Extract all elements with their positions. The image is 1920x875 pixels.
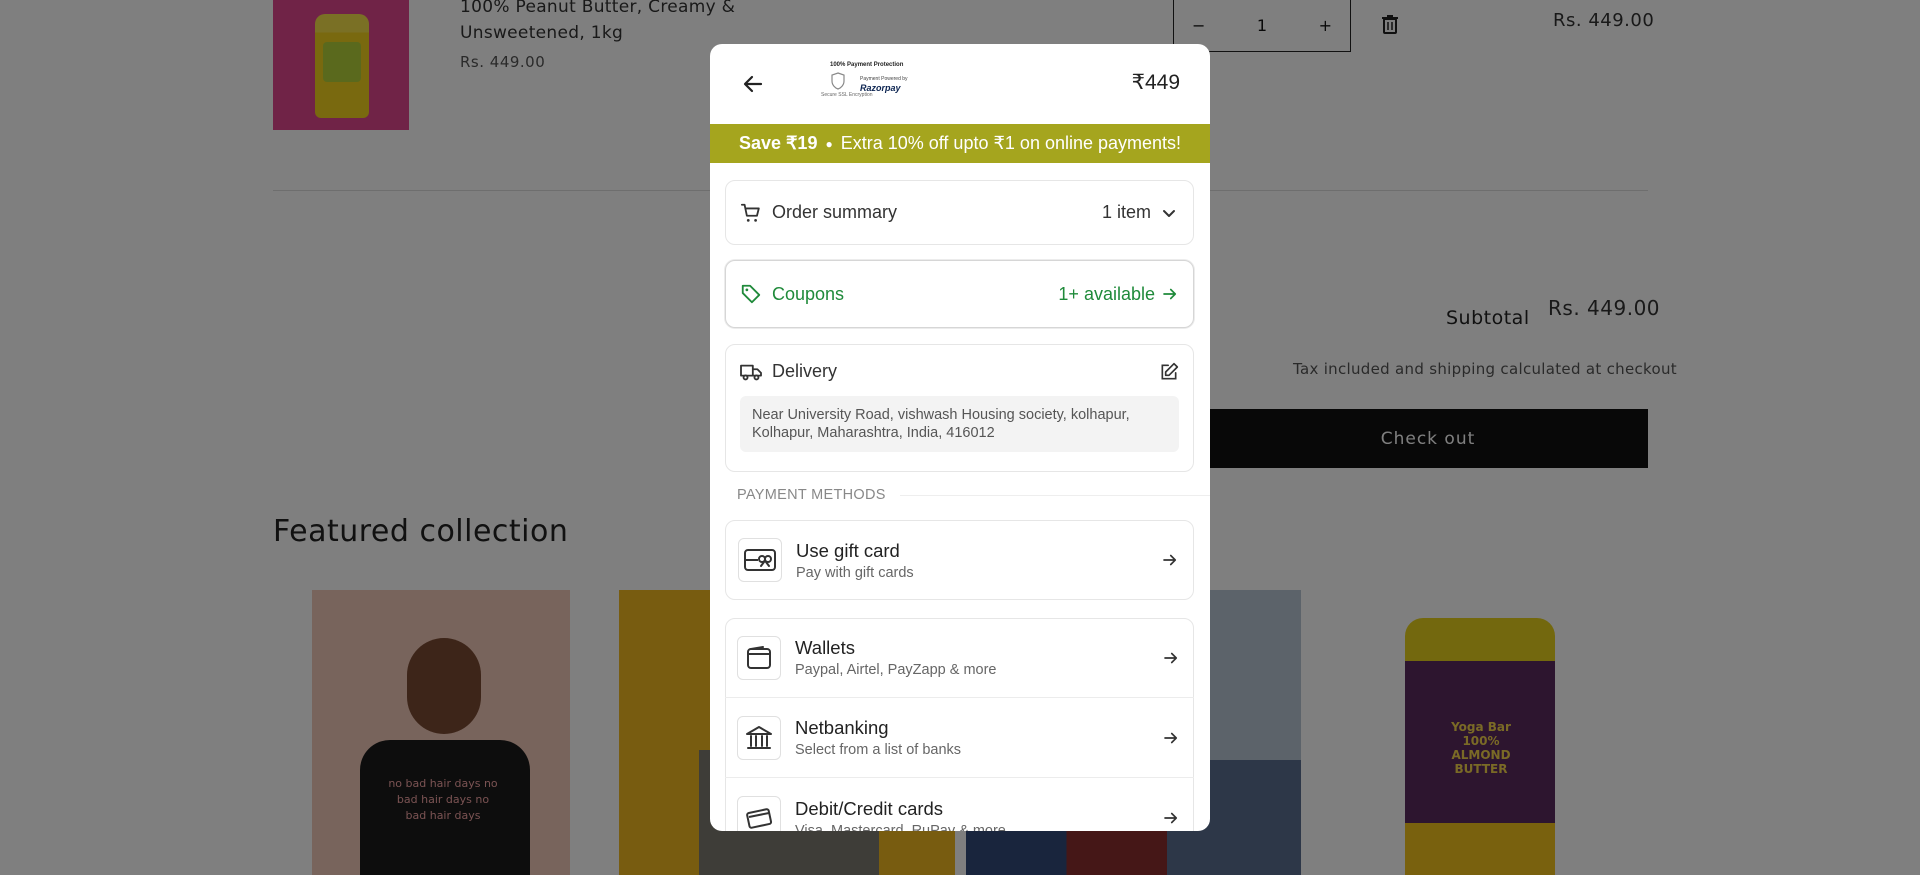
modal-header: 100% Payment Protection Secure SSL Encry… bbox=[710, 44, 1210, 124]
payment-method-netbanking[interactable]: Netbanking Select from a list of banks bbox=[725, 698, 1194, 778]
promo-text: Extra 10% off upto ₹1 on online payments… bbox=[840, 133, 1182, 153]
method-title: Wallets bbox=[795, 637, 855, 658]
gift-card-icon bbox=[738, 538, 782, 582]
wallet-icon bbox=[737, 635, 781, 680]
order-item-count: 1 item bbox=[1101, 202, 1151, 222]
order-amount: ₹449 bbox=[1131, 71, 1180, 94]
method-subtitle: Paypal, Airtel, PayZapp & more bbox=[795, 662, 997, 678]
shield-icon bbox=[831, 72, 845, 90]
card-icon bbox=[737, 796, 781, 831]
payment-method-gift-card[interactable]: Use gift card Pay with gift cards bbox=[725, 520, 1194, 600]
payment-methods-label: PAYMENT METHODS bbox=[737, 487, 886, 503]
tag-icon bbox=[741, 284, 761, 304]
payment-method-wallets[interactable]: Wallets Paypal, Airtel, PayZapp & more bbox=[725, 618, 1194, 698]
checkout-modal: 100% Payment Protection Secure SSL Encry… bbox=[710, 44, 1210, 831]
method-title: Netbanking bbox=[795, 717, 889, 738]
divider bbox=[900, 495, 1210, 496]
arrow-left-icon bbox=[743, 75, 763, 93]
promo-banner: Save ₹19 ● Extra 10% off upto ₹1 on onli… bbox=[710, 124, 1210, 163]
truck-icon bbox=[740, 364, 762, 380]
back-button[interactable] bbox=[740, 71, 766, 97]
method-subtitle: Select from a list of banks bbox=[795, 742, 962, 758]
coupons-available: 1+ available bbox=[1058, 283, 1155, 304]
razorpay-logo: Razorpay bbox=[860, 83, 901, 93]
chevron-down-icon bbox=[1163, 209, 1175, 217]
arrow-right-icon bbox=[1163, 554, 1177, 566]
coupons-row[interactable]: Coupons 1+ available bbox=[725, 260, 1194, 328]
delivery-address: Near University Road, vishwash Housing s… bbox=[740, 396, 1179, 452]
delivery-label: Delivery bbox=[772, 361, 838, 381]
arrow-right-icon bbox=[1164, 652, 1178, 663]
method-subtitle: Pay with gift cards bbox=[796, 564, 914, 581]
promo-save: Save ₹19 bbox=[738, 133, 818, 153]
badge-title: 100% Payment Protection bbox=[830, 62, 904, 68]
cart-icon bbox=[740, 203, 760, 222]
method-title: Debit/Credit cards bbox=[795, 797, 944, 819]
payment-method-cards[interactable]: Debit/Credit cards Visa, Mastercard, RuP… bbox=[725, 778, 1194, 831]
arrow-right-icon bbox=[1164, 732, 1178, 743]
arrow-right-icon bbox=[1163, 288, 1177, 300]
payment-protection-badge: 100% Payment Protection Secure SSL Encry… bbox=[818, 62, 916, 104]
method-title: Use gift card bbox=[796, 539, 900, 561]
delivery-section: Delivery Near University Road, vishwash … bbox=[725, 344, 1194, 472]
coupons-label: Coupons bbox=[772, 283, 845, 304]
bank-icon bbox=[737, 715, 781, 760]
order-summary-toggle[interactable]: Order summary 1 item bbox=[725, 180, 1194, 245]
order-summary-label: Order summary bbox=[772, 202, 898, 222]
method-subtitle: Visa, Mastercard, RuPay & more bbox=[795, 822, 1006, 832]
arrow-right-icon bbox=[1164, 812, 1178, 824]
edit-icon[interactable] bbox=[1159, 362, 1179, 382]
badge-powered-text: Payment Powered by bbox=[860, 76, 908, 82]
promo-separator: ● bbox=[825, 136, 833, 151]
